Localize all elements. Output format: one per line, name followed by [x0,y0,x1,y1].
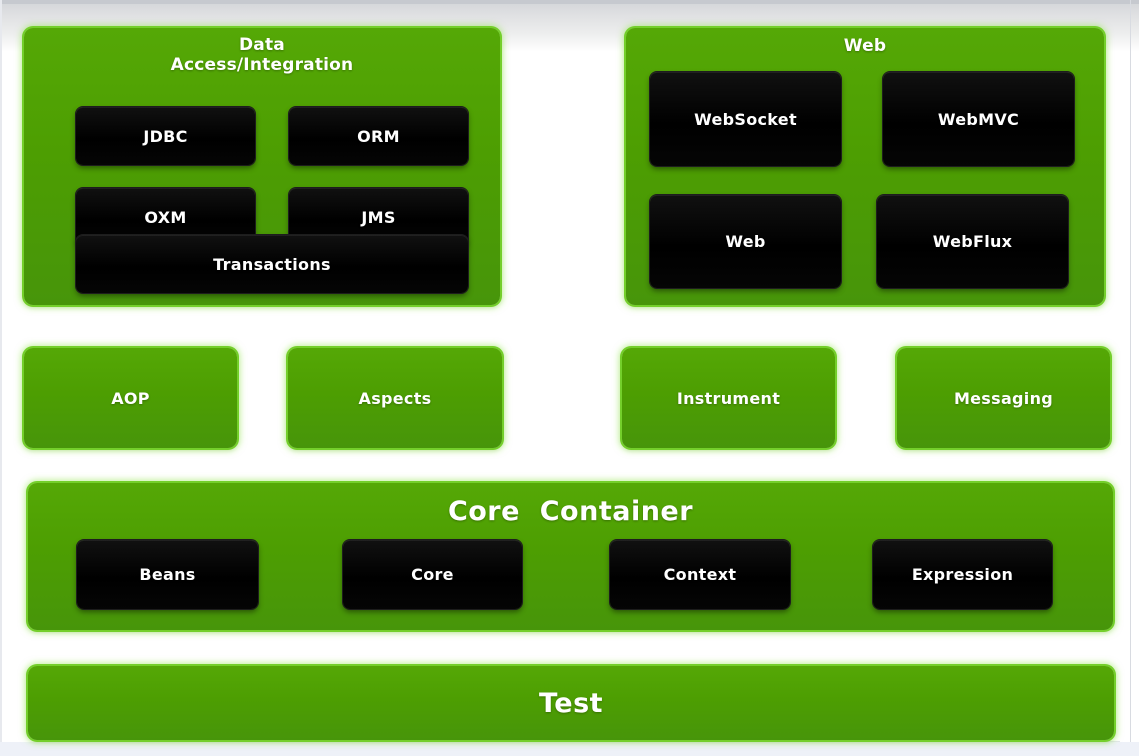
module-expression[interactable]: Expression [873,540,1052,609]
module-context[interactable]: Context [610,540,790,609]
module-aop[interactable]: AOP [24,348,237,448]
background-right-rule [1130,0,1131,744]
module-transactions[interactable]: Transactions [76,235,468,293]
module-instrument[interactable]: Instrument [622,348,835,448]
module-messaging-label: Messaging [953,388,1054,408]
module-beans-label: Beans [139,565,196,584]
spring-architecture-diagram: Data Access/Integration JDBC ORM OXM JMS… [0,0,1139,756]
module-aspects[interactable]: Aspects [288,348,502,448]
module-beans[interactable]: Beans [77,540,258,609]
module-jms-label: JMS [361,207,396,227]
module-jdbc-label: JDBC [143,126,188,146]
module-websocket-label: WebSocket [694,109,797,129]
module-context-label: Context [663,565,737,584]
module-aspects-label: Aspects [358,388,432,408]
module-websocket[interactable]: WebSocket [650,72,841,166]
module-webflux-label: WebFlux [932,232,1013,251]
module-orm[interactable]: ORM [289,107,468,165]
panel-test[interactable]: Test [28,666,1114,740]
module-expression-label: Expression [911,565,1014,584]
panel-web-title: Web [843,36,887,56]
module-web-label: Web [725,232,766,251]
module-transactions-label: Transactions [213,254,331,274]
panel-test-label: Test [538,687,604,719]
background-bottom-band [0,742,1139,756]
module-webmvc[interactable]: WebMVC [883,72,1074,166]
module-messaging[interactable]: Messaging [897,348,1110,448]
background-top-hairline [0,0,1139,4]
panel-web[interactable]: Web WebSocket WebMVC Web WebFlux [626,28,1104,305]
module-web[interactable]: Web [650,195,841,288]
module-webmvc-label: WebMVC [937,109,1020,129]
panel-data-access-integration[interactable]: Data Access/Integration JDBC ORM OXM JMS… [24,28,500,305]
module-jdbc[interactable]: JDBC [76,107,255,165]
module-oxm-label: OXM [144,207,187,227]
panel-data-access-integration-title: Data Access/Integration [170,35,354,75]
panel-core-container[interactable]: Core Container Beans Core Context Expres… [28,483,1113,630]
module-core[interactable]: Core [343,540,522,609]
background-left-rule [0,0,2,744]
module-webflux[interactable]: WebFlux [877,195,1068,288]
module-core-label: Core [411,565,454,584]
panel-core-container-title: Core Container [447,496,694,527]
module-aop-label: AOP [111,388,150,408]
module-orm-label: ORM [357,126,400,146]
module-instrument-label: Instrument [676,388,781,408]
